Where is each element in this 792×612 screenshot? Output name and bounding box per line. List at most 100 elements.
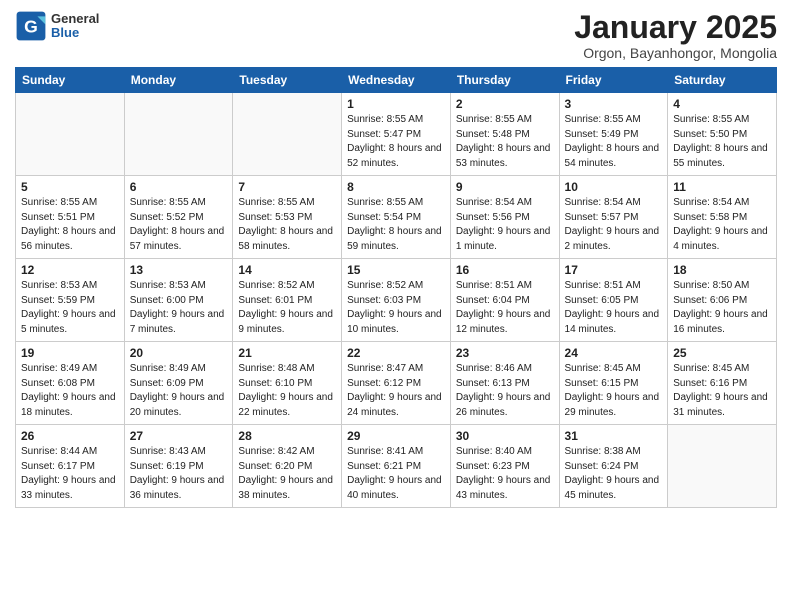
day-number: 4 [673,97,771,111]
day-number: 15 [347,263,445,277]
day-info: Sunrise: 8:51 AMSunset: 6:05 PMDaylight:… [565,279,663,337]
logo-general: General [51,12,99,26]
day-number: 6 [130,180,228,194]
day-cell: 3 Sunrise: 8:55 AMSunset: 5:49 PMDaylight… [559,93,668,176]
weekday-header: Thursday [450,68,559,93]
day-number: 14 [238,263,336,277]
day-number: 29 [347,429,445,443]
day-cell: 28 Sunrise: 8:42 AMSunset: 6:20 PMDayligh… [233,425,342,508]
day-number: 13 [130,263,228,277]
day-info: Sunrise: 8:49 AMSunset: 6:09 PMDaylight:… [130,362,228,420]
day-number: 17 [565,263,663,277]
week-row: 1Sunrise: 8:55 AMSunset: 5:47 PMDaylight… [16,93,777,176]
day-cell: 20 Sunrise: 8:49 AMSunset: 6:09 PMDayligh… [124,342,233,425]
weekday-header-row: SundayMondayTuesdayWednesdayThursdayFrid… [16,68,777,93]
header: G General Blue January 2025 Orgon, Bayan… [15,10,777,61]
day-number: 12 [21,263,119,277]
day-info: Sunrise: 8:47 AMSunset: 6:12 PMDaylight:… [347,362,445,420]
week-row: 19Sunrise: 8:49 AMSunset: 6:08 PMDayligh… [16,342,777,425]
day-cell: 11Sunrise: 8:54 AMSunset: 5:58 PMDayligh… [668,176,777,259]
day-cell: 13 Sunrise: 8:53 AMSunset: 6:00 PMDayligh… [124,259,233,342]
day-number: 21 [238,346,336,360]
day-number: 18 [673,263,771,277]
day-info: Sunrise: 8:54 AMSunset: 5:57 PMDaylight:… [565,196,663,254]
day-cell: 4 Sunrise: 8:55 AMSunset: 5:50 PMDaylight… [668,93,777,176]
day-info: Sunrise: 8:52 AMSunset: 6:03 PMDaylight:… [347,279,445,337]
month-title: January 2025 [574,10,777,45]
day-number: 26 [21,429,119,443]
logo-icon: G [15,10,47,42]
weekday-header: Monday [124,68,233,93]
day-cell [124,93,233,176]
day-number: 25 [673,346,771,360]
day-cell: 10Sunrise: 8:54 AMSunset: 5:57 PMDayligh… [559,176,668,259]
weekday-header: Wednesday [342,68,451,93]
day-info: Sunrise: 8:55 AMSunset: 5:50 PMDaylight:… [673,113,771,171]
day-number: 24 [565,346,663,360]
day-info: Sunrise: 8:46 AMSunset: 6:13 PMDaylight:… [456,362,554,420]
day-info: Sunrise: 8:53 AMSunset: 5:59 PMDaylight:… [21,279,119,337]
day-cell: 7 Sunrise: 8:55 AMSunset: 5:53 PMDaylight… [233,176,342,259]
day-info: Sunrise: 8:50 AMSunset: 6:06 PMDaylight:… [673,279,771,337]
day-info: Sunrise: 8:44 AMSunset: 6:17 PMDaylight:… [21,445,119,503]
day-info: Sunrise: 8:54 AMSunset: 5:56 PMDaylight:… [456,196,554,254]
day-cell: 29 Sunrise: 8:41 AMSunset: 6:21 PMDayligh… [342,425,451,508]
day-number: 20 [130,346,228,360]
location-subtitle: Orgon, Bayanhongor, Mongolia [574,45,777,61]
day-cell: 27Sunrise: 8:43 AMSunset: 6:19 PMDayligh… [124,425,233,508]
week-row: 26 Sunrise: 8:44 AMSunset: 6:17 PMDayligh… [16,425,777,508]
day-info: Sunrise: 8:40 AMSunset: 6:23 PMDaylight:… [456,445,554,503]
day-cell: 23 Sunrise: 8:46 AMSunset: 6:13 PMDayligh… [450,342,559,425]
day-number: 27 [130,429,228,443]
day-info: Sunrise: 8:55 AMSunset: 5:54 PMDaylight:… [347,196,445,254]
day-cell: 24Sunrise: 8:45 AMSunset: 6:15 PMDayligh… [559,342,668,425]
day-number: 28 [238,429,336,443]
day-cell: 12 Sunrise: 8:53 AMSunset: 5:59 PMDayligh… [16,259,125,342]
day-info: Sunrise: 8:55 AMSunset: 5:51 PMDaylight:… [21,196,119,254]
page: G General Blue January 2025 Orgon, Bayan… [0,0,792,523]
day-info: Sunrise: 8:41 AMSunset: 6:21 PMDaylight:… [347,445,445,503]
day-cell: 21 Sunrise: 8:48 AMSunset: 6:10 PMDayligh… [233,342,342,425]
day-number: 9 [456,180,554,194]
day-info: Sunrise: 8:55 AMSunset: 5:53 PMDaylight:… [238,196,336,254]
day-number: 22 [347,346,445,360]
title-block: January 2025 Orgon, Bayanhongor, Mongoli… [574,10,777,61]
day-info: Sunrise: 8:55 AMSunset: 5:48 PMDaylight:… [456,113,554,171]
day-cell [233,93,342,176]
day-cell: 8 Sunrise: 8:55 AMSunset: 5:54 PMDaylight… [342,176,451,259]
day-info: Sunrise: 8:42 AMSunset: 6:20 PMDaylight:… [238,445,336,503]
week-row: 12 Sunrise: 8:53 AMSunset: 5:59 PMDayligh… [16,259,777,342]
weekday-header: Saturday [668,68,777,93]
day-cell: 26 Sunrise: 8:44 AMSunset: 6:17 PMDayligh… [16,425,125,508]
day-number: 8 [347,180,445,194]
day-info: Sunrise: 8:55 AMSunset: 5:49 PMDaylight:… [565,113,663,171]
day-cell: 17 Sunrise: 8:51 AMSunset: 6:05 PMDayligh… [559,259,668,342]
day-number: 23 [456,346,554,360]
day-cell: 30 Sunrise: 8:40 AMSunset: 6:23 PMDayligh… [450,425,559,508]
svg-text:G: G [24,16,38,36]
day-cell: 19Sunrise: 8:49 AMSunset: 6:08 PMDayligh… [16,342,125,425]
day-number: 2 [456,97,554,111]
day-info: Sunrise: 8:55 AMSunset: 5:52 PMDaylight:… [130,196,228,254]
day-info: Sunrise: 8:48 AMSunset: 6:10 PMDaylight:… [238,362,336,420]
day-number: 3 [565,97,663,111]
day-number: 7 [238,180,336,194]
day-info: Sunrise: 8:45 AMSunset: 6:16 PMDaylight:… [673,362,771,420]
day-number: 16 [456,263,554,277]
day-cell: 2 Sunrise: 8:55 AMSunset: 5:48 PMDaylight… [450,93,559,176]
day-cell: 14 Sunrise: 8:52 AMSunset: 6:01 PMDayligh… [233,259,342,342]
day-info: Sunrise: 8:38 AMSunset: 6:24 PMDaylight:… [565,445,663,503]
weekday-header: Friday [559,68,668,93]
day-cell: 9 Sunrise: 8:54 AMSunset: 5:56 PMDaylight… [450,176,559,259]
day-cell [16,93,125,176]
day-info: Sunrise: 8:51 AMSunset: 6:04 PMDaylight:… [456,279,554,337]
day-number: 5 [21,180,119,194]
calendar: SundayMondayTuesdayWednesdayThursdayFrid… [15,67,777,508]
day-number: 31 [565,429,663,443]
day-cell: 25 Sunrise: 8:45 AMSunset: 6:16 PMDayligh… [668,342,777,425]
day-cell: 6 Sunrise: 8:55 AMSunset: 5:52 PMDaylight… [124,176,233,259]
day-info: Sunrise: 8:53 AMSunset: 6:00 PMDaylight:… [130,279,228,337]
day-info: Sunrise: 8:52 AMSunset: 6:01 PMDaylight:… [238,279,336,337]
day-info: Sunrise: 8:55 AMSunset: 5:47 PMDaylight:… [347,113,445,171]
day-number: 30 [456,429,554,443]
